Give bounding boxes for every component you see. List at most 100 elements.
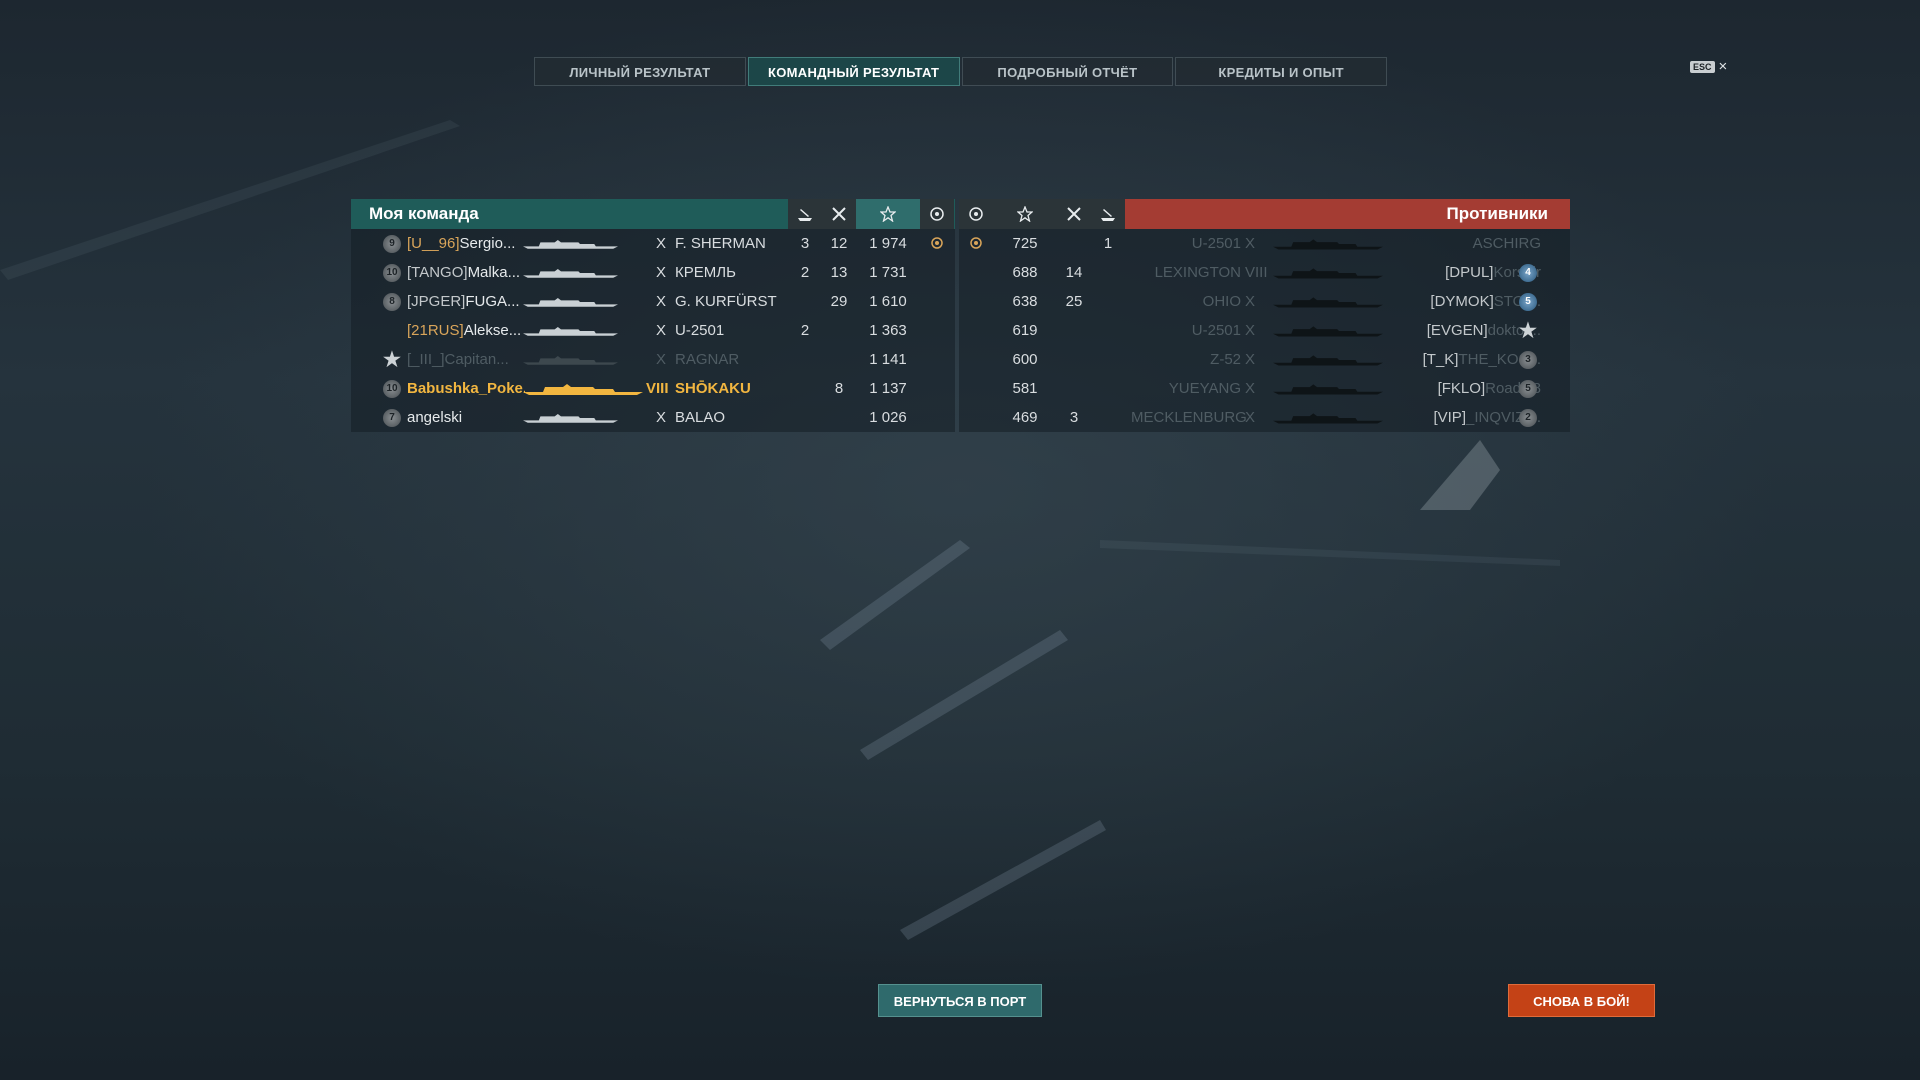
clan-tag: [EVGEN] (1426, 322, 1488, 339)
planes-destroyed: 3 (1069, 409, 1079, 426)
service-level-badge: ★ (1519, 320, 1537, 342)
player-name: angelski (407, 409, 463, 426)
table-row[interactable]: 10 Babushka_Poke... VIII SHŌKAKU 8 1 137 581 YU… (351, 374, 1570, 403)
table-row[interactable]: ★ [_III_]Capitan... X RAGNAR 1 141 600 Z-52 X [T… (351, 345, 1570, 374)
my-team-header: Моя команда (351, 199, 955, 229)
ship-tier: X (655, 293, 666, 310)
base-experience: 619 (1012, 322, 1038, 339)
team-scoreboard: Моя команда Противники 9 [U__96]Sergio..… (351, 199, 1570, 432)
clan-tag: [T_K] (1422, 351, 1459, 368)
ship-silhouette (523, 296, 618, 308)
service-level-badge: 8 (383, 293, 401, 311)
planes-destroyed: 25 (1065, 293, 1083, 310)
background-scene (0, 120, 1560, 940)
medal-icon (970, 237, 982, 249)
scoreboard-header: Моя команда Противники (351, 199, 1570, 229)
base-experience: 581 (1012, 380, 1038, 397)
ship-name: КРЕМЛЬ (675, 264, 736, 281)
player-name: Alekse... (463, 322, 522, 339)
ship-name: G. KURFÜRST (675, 293, 777, 310)
ships-destroyed: 1 (1103, 235, 1113, 252)
ship-silhouette (523, 325, 618, 337)
ship-silhouette (523, 238, 618, 250)
ship-name: OHIO (1202, 293, 1241, 310)
esc-close-button[interactable]: ESC × (1690, 58, 1728, 75)
service-level-badge: 7 (383, 409, 401, 427)
clan-tag: [DPUL] (1445, 264, 1494, 281)
ship-silhouette (1273, 412, 1383, 424)
service-level-badge: 3 (1519, 351, 1537, 369)
laurel-icon (920, 199, 954, 229)
clan-tag: [FKLO] (1437, 380, 1486, 397)
service-level-badge: 10 (383, 380, 401, 398)
ship-tier: X (655, 351, 666, 368)
ship-silhouette (523, 383, 643, 395)
base-experience: 638 (1012, 293, 1038, 310)
ship-name: U-2501 (1191, 235, 1241, 252)
ship-name: U-2501 (1191, 322, 1241, 339)
ship-silhouette (1273, 383, 1383, 395)
tab-credits-experience[interactable]: КРЕДИТЫ И ОПЫТ (1175, 57, 1387, 86)
ship-tier: X (1245, 351, 1256, 368)
base-experience: 1 026 (869, 409, 907, 426)
scoreboard-rows: 9 [U__96]Sergio... X F. SHERMAN 3 12 1 974 725 1… (351, 229, 1570, 432)
ship-name: SHŌKAKU (675, 380, 751, 397)
player-name: FUGA... (465, 293, 520, 310)
clan-tag: [U__96] (407, 235, 460, 252)
tab-team-result[interactable]: КОМАНДНЫЙ РЕЗУЛЬТАТ (747, 57, 960, 86)
ship-name: LEXINGTON (1154, 264, 1241, 281)
base-experience: 1 141 (869, 351, 907, 368)
ship-tier: X (655, 235, 666, 252)
player-name: Capitan... (444, 351, 509, 368)
ship-silhouette (523, 267, 618, 279)
base-experience: 1 610 (869, 293, 907, 310)
crossed-swords-icon (822, 199, 856, 229)
table-row[interactable]: 9 [U__96]Sergio... X F. SHERMAN 3 12 1 974 725 1… (351, 229, 1570, 258)
ship-hit-icon (1091, 199, 1125, 229)
clan-tag: [_III_] (407, 351, 445, 368)
ship-silhouette (1273, 325, 1383, 337)
ship-silhouette (1273, 296, 1383, 308)
ship-hit-icon (788, 199, 822, 229)
clan-tag: [21RUS] (407, 322, 464, 339)
table-row[interactable]: [21RUS]Alekse... X U-2501 2 1 363 619 U-2501 X[… (351, 316, 1570, 345)
ship-name: RAGNAR (675, 351, 740, 368)
player-name: Malka... (467, 264, 521, 281)
star-icon[interactable] (993, 199, 1057, 229)
ship-silhouette (1273, 238, 1383, 250)
ships-destroyed: 3 (800, 235, 810, 252)
tab-detailed-report[interactable]: ПОДРОБНЫЙ ОТЧЁТ (961, 57, 1174, 86)
ship-name: F. SHERMAN (675, 235, 766, 252)
table-row[interactable]: 10 [TANGO]Malka... X КРЕМЛЬ 2 13 1 731 688 14 LEX… (351, 258, 1570, 287)
service-level-badge: 5 (1519, 380, 1537, 398)
return-to-port-button[interactable]: ВЕРНУТЬСЯ В ПОРТ (878, 984, 1042, 1017)
clan-tag: [VIP] (1433, 409, 1466, 426)
ship-tier: VIII (1245, 264, 1268, 281)
battle-again-button[interactable]: СНОВА В БОЙ! (1508, 984, 1655, 1017)
table-row[interactable]: 8 [JPGER]FUGA... X G. KURFÜRST 29 1 610 638 25 O… (351, 287, 1570, 316)
ship-tier: X (1245, 235, 1256, 252)
clan-tag: [JPGER] (407, 293, 466, 310)
laurel-icon (959, 199, 993, 229)
service-level-badge: 2 (1519, 409, 1537, 427)
service-level-badge: 4 (1519, 264, 1537, 282)
service-level-badge: ★ (383, 349, 401, 371)
base-experience: 1 731 (869, 264, 907, 281)
star-icon[interactable] (856, 199, 920, 229)
clan-tag: [TANGO] (407, 264, 468, 281)
base-experience: 725 (1012, 235, 1038, 252)
ship-silhouette (1273, 267, 1383, 279)
close-icon: × (1718, 58, 1728, 75)
tab-personal-result[interactable]: ЛИЧНЫЙ РЕЗУЛЬТАТ (534, 57, 746, 86)
base-experience: 1 137 (869, 380, 907, 397)
ship-tier: X (655, 409, 666, 426)
player-name: ASCHIRG (1472, 235, 1541, 252)
player-name: Babushka_Poke... (407, 380, 525, 397)
ship-silhouette (523, 412, 618, 424)
table-row[interactable]: 7 angelski X BALAO 1 026 469 3 MECKLENBURG X [VIP… (351, 403, 1570, 432)
enemy-team-header: Противники (959, 199, 1570, 229)
medal-icon (931, 237, 943, 249)
ship-tier: VIII (646, 380, 669, 397)
planes-destroyed: 29 (830, 293, 848, 310)
clan-tag: [DYMOK] (1430, 293, 1494, 310)
